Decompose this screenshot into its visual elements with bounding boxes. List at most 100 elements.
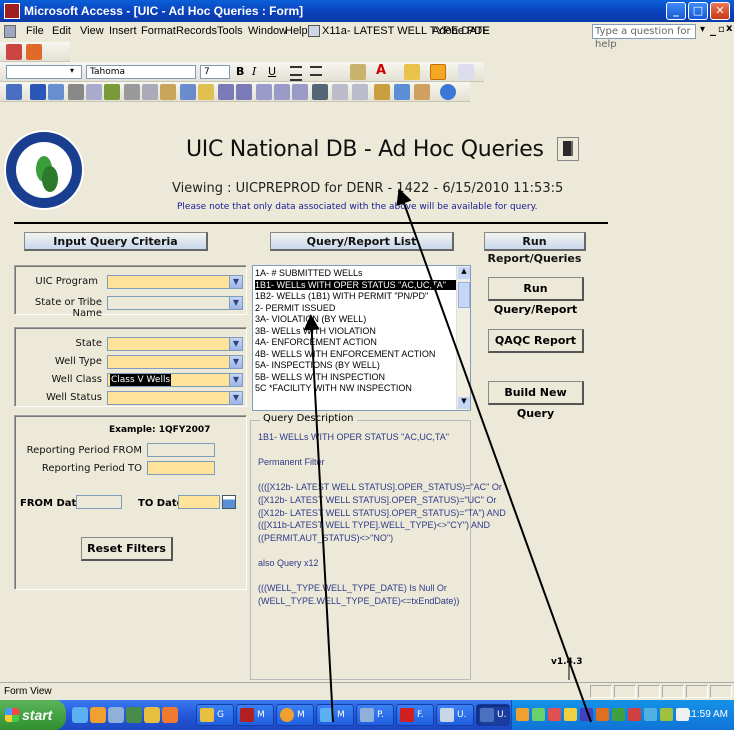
find-icon[interactable] [312,84,328,100]
build-new-query-button[interactable]: Build New Query [488,381,584,420]
task-access[interactable]: M [236,704,274,726]
list-item[interactable]: 2- PERMIT ISSUED [255,303,456,313]
cut-icon[interactable] [124,84,140,100]
menu-tools[interactable]: Tools [217,25,243,37]
firefox-icon[interactable] [90,707,106,723]
list-item[interactable]: 1B1- WELLs WITH OPER STATUS "AC,UC,TA" [255,279,456,290]
menu-format[interactable]: Format [141,25,176,37]
reporting-from-input[interactable] [147,443,215,457]
help-search-input[interactable]: Type a question for help [592,24,696,50]
menu-edit[interactable]: Edit [52,25,71,37]
fill-color-icon[interactable] [350,64,366,80]
list-scrollbar[interactable]: ▲ ▼ [456,266,470,410]
state-tribe-combo[interactable]: ▼ [107,296,243,310]
tray-icon[interactable] [548,708,561,721]
to-date-input[interactable] [178,495,220,509]
run-query-report-button[interactable]: Run Query/Report [488,277,584,316]
list-item[interactable]: 3B- WELLs WITH VIOLATION [255,326,456,336]
paste-icon[interactable] [160,84,176,100]
italic-button[interactable]: I [252,65,256,78]
save-icon[interactable] [30,84,46,100]
list-item[interactable]: 5C *FACILITY WITH NW INSPECTION [255,383,456,393]
exit-door-button[interactable] [557,137,579,161]
undo-icon[interactable] [180,84,196,100]
reporting-to-input[interactable] [147,461,215,475]
well-status-combo[interactable]: ▼ [107,391,243,405]
tray-icon[interactable] [564,708,577,721]
list-item[interactable]: 1B2- WELLs (1B1) WITH PERMIT "PN/PD" [255,291,456,301]
delete-record-icon[interactable] [352,84,368,100]
filter-by-selection-icon[interactable] [256,84,272,100]
task-user[interactable]: U. [436,704,474,726]
qaqc-report-button[interactable]: QAQC Report [488,329,584,353]
font-name-combo[interactable]: Tahoma [86,65,196,79]
chevron-down-icon[interactable]: ▼ [229,392,242,404]
form-control-icon[interactable] [4,25,16,38]
task-mail[interactable]: M [276,704,314,726]
scroll-thumb[interactable] [458,282,470,308]
chevron-down-icon[interactable]: ▼ [229,297,242,309]
tray-icon[interactable] [516,708,529,721]
apply-filter-icon[interactable] [292,84,308,100]
minimize-doc-icon[interactable]: _ [710,22,716,36]
view-icon[interactable] [6,84,22,100]
maximize-button[interactable]: □ [688,2,708,20]
ie-icon[interactable] [72,707,88,723]
access-app-icon[interactable] [4,3,20,19]
app-icon[interactable] [126,707,142,723]
menu-insert[interactable]: Insert [109,25,137,37]
align-buttons[interactable] [290,66,340,89]
tray-icon[interactable] [532,708,545,721]
menu-help[interactable]: Help [285,25,308,37]
help-icon[interactable] [440,84,456,100]
font-color-icon[interactable]: A [376,63,386,78]
task-paint[interactable]: P. [356,704,394,726]
query-report-list[interactable]: 1A- # SUBMITTED WELLs 1B1- WELLs WITH OPE… [252,265,471,411]
copy-icon[interactable] [142,84,158,100]
close-doc-icon[interactable]: x [726,23,732,34]
task-uic-active[interactable]: U. [476,704,510,726]
start-button[interactable]: start [0,700,66,730]
list-item[interactable]: 4B- WELLS WITH ENFORCEMENT ACTION [255,349,456,359]
menu-records[interactable]: Records [176,25,217,37]
chevron-down-icon[interactable]: ▾ [70,66,74,75]
list-item[interactable]: 3A- VIOLATION (BY WELL) [255,314,456,324]
underline-button[interactable]: U [268,65,276,78]
well-class-combo[interactable]: Class V Wells ▼ [107,373,243,387]
state-combo[interactable]: ▼ [107,337,243,351]
calendar-icon[interactable] [222,495,236,509]
line-color-icon[interactable] [404,64,420,80]
border-style-icon[interactable] [430,64,446,80]
print-preview-icon[interactable] [86,84,102,100]
tray-icon[interactable] [612,708,625,721]
folder-icon[interactable] [144,707,160,723]
restore-doc-icon[interactable]: ▫ [718,24,725,35]
menu-view[interactable]: View [80,25,104,37]
task-browser[interactable]: M [316,704,354,726]
new-object-icon[interactable] [414,84,430,100]
filter-by-form-icon[interactable] [274,84,290,100]
tray-icon[interactable] [628,708,641,721]
menu-adobe-pdf[interactable]: Adobe PDF [432,25,489,37]
sort-descending-icon[interactable] [236,84,252,100]
list-item[interactable]: 1A- # SUBMITTED WELLs [255,268,456,278]
list-item[interactable]: 5B- WELLS WITH INSPECTION [255,372,456,382]
print-icon[interactable] [68,84,84,100]
minimize-button[interactable]: _ [666,2,686,20]
chevron-down-icon[interactable]: ▼ [229,356,242,368]
chevron-down-icon[interactable]: ▼ [229,338,242,350]
new-record-icon[interactable] [332,84,348,100]
chevron-down-icon[interactable]: ▾ [700,24,705,35]
form-view-icon[interactable] [6,44,22,60]
database-window-icon[interactable] [394,84,410,100]
from-date-input[interactable] [76,495,122,509]
window-title-bar[interactable]: Microsoft Access - [UIC - Ad Hoc Queries… [0,0,734,22]
task-folder[interactable]: G [196,704,234,726]
close-button[interactable]: ✕ [710,2,730,20]
menu-window[interactable]: Window [248,25,287,37]
task-pdf[interactable]: F. [396,704,434,726]
list-item[interactable]: 5A- INSPECTIONS (BY WELL) [255,360,456,370]
tray-icon[interactable] [580,708,593,721]
tray-icon[interactable] [644,708,657,721]
properties-icon[interactable] [374,84,390,100]
